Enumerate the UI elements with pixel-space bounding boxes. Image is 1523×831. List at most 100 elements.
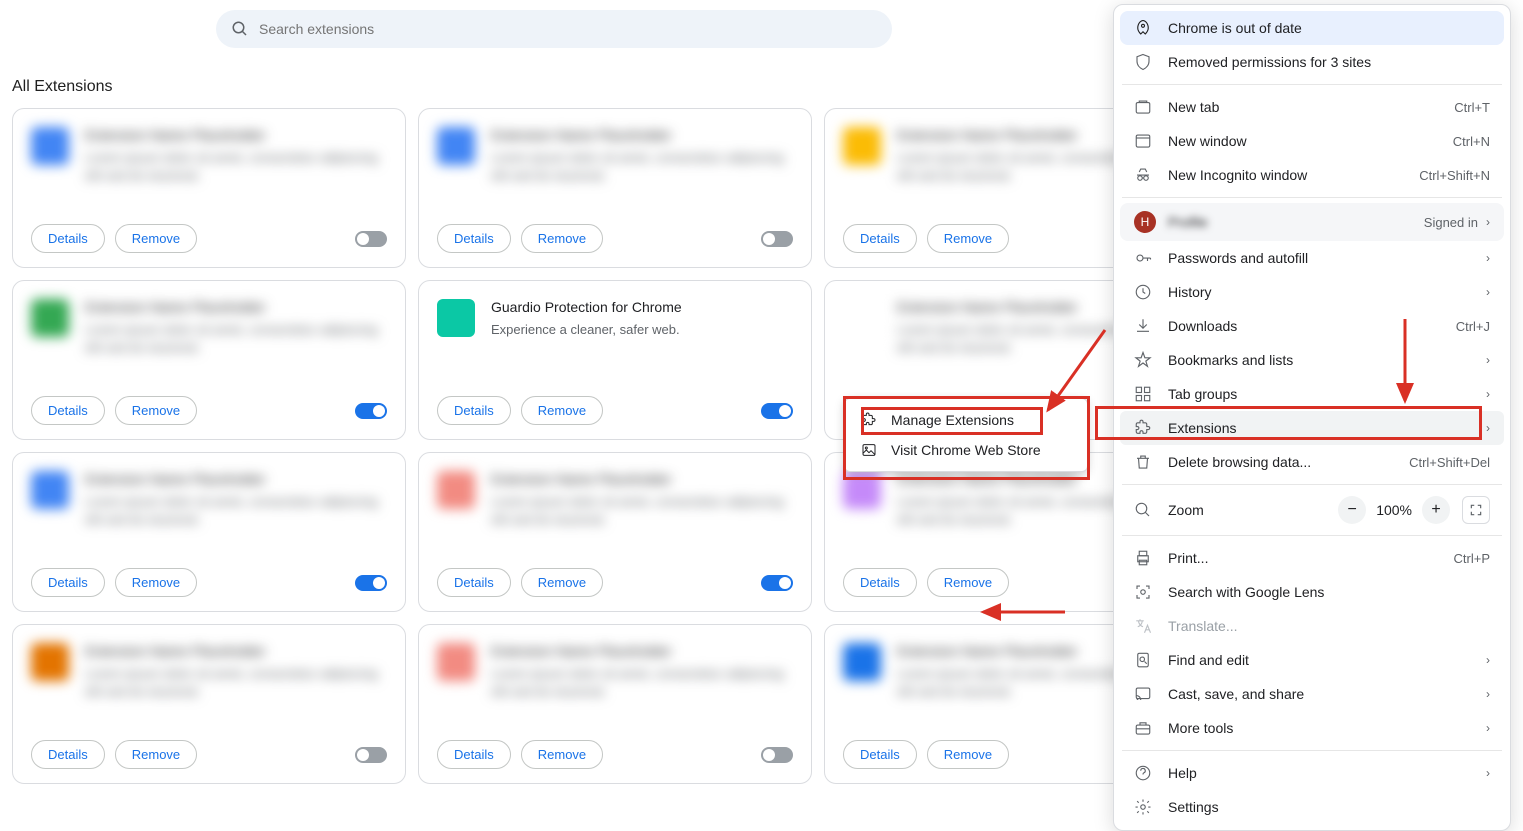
menu-label: Search with Google Lens	[1168, 584, 1490, 600]
menu-removed-permissions[interactable]: Removed permissions for 3 sites	[1120, 45, 1504, 79]
menu-profile[interactable]: H Profile Signed in ›	[1120, 203, 1504, 241]
remove-button[interactable]: Remove	[521, 740, 603, 769]
translate-icon	[1134, 617, 1152, 635]
menu-history[interactable]: History ›	[1120, 275, 1504, 309]
enable-toggle[interactable]	[761, 747, 793, 763]
menu-incognito[interactable]: New Incognito window Ctrl+Shift+N	[1120, 158, 1504, 192]
profile-name: Profile	[1168, 214, 1424, 230]
help-icon	[1134, 764, 1152, 782]
menu-new-window[interactable]: New window Ctrl+N	[1120, 124, 1504, 158]
search-input[interactable]	[259, 21, 877, 37]
extension-title: Extension Name Placeholder	[491, 471, 793, 487]
incognito-icon	[1134, 166, 1152, 184]
enable-toggle[interactable]	[355, 747, 387, 763]
enable-toggle[interactable]	[355, 403, 387, 419]
extension-card: Extension Name PlaceholderLorem ipsum do…	[418, 452, 812, 612]
image-icon	[861, 442, 877, 458]
menu-help[interactable]: Help ›	[1120, 756, 1504, 790]
menu-cast[interactable]: Cast, save, and share ›	[1120, 677, 1504, 711]
remove-button[interactable]: Remove	[115, 224, 197, 253]
extension-icon	[31, 471, 69, 509]
extension-card: Extension Name PlaceholderLorem ipsum do…	[12, 280, 406, 440]
menu-bookmarks[interactable]: Bookmarks and lists ›	[1120, 343, 1504, 377]
enable-toggle[interactable]	[761, 575, 793, 591]
menu-translate: Translate...	[1120, 609, 1504, 643]
menu-label: Settings	[1168, 799, 1490, 815]
extension-card: Extension Name PlaceholderLorem ipsum do…	[12, 452, 406, 612]
details-button[interactable]: Details	[437, 224, 511, 253]
remove-button[interactable]: Remove	[115, 568, 197, 597]
remove-button[interactable]: Remove	[521, 396, 603, 425]
details-button[interactable]: Details	[437, 568, 511, 597]
details-button[interactable]: Details	[31, 740, 105, 769]
remove-button[interactable]: Remove	[927, 568, 1009, 597]
extension-icon	[437, 127, 475, 165]
details-button[interactable]: Details	[437, 396, 511, 425]
menu-label: New window	[1168, 133, 1453, 149]
zoom-label: Zoom	[1168, 502, 1338, 518]
extensions-submenu: Manage Extensions Visit Chrome Web Store	[844, 398, 1088, 472]
remove-button[interactable]: Remove	[115, 740, 197, 769]
menu-lens[interactable]: Search with Google Lens	[1120, 575, 1504, 609]
menu-label: New tab	[1168, 99, 1454, 115]
search-icon	[231, 20, 249, 38]
details-button[interactable]: Details	[843, 740, 917, 769]
fullscreen-button[interactable]	[1462, 496, 1490, 524]
manage-extensions-item[interactable]: Manage Extensions	[845, 405, 1087, 435]
menu-extensions[interactable]: Extensions ›	[1120, 411, 1504, 445]
menu-label: Cast, save, and share	[1168, 686, 1478, 702]
gear-icon	[1134, 798, 1152, 816]
menu-downloads[interactable]: Downloads Ctrl+J	[1120, 309, 1504, 343]
menu-delete-data[interactable]: Delete browsing data... Ctrl+Shift+Del	[1120, 445, 1504, 479]
extension-icon	[437, 643, 475, 681]
zoom-in-button[interactable]: +	[1422, 496, 1450, 524]
chevron-right-icon: ›	[1486, 766, 1490, 780]
details-button[interactable]: Details	[31, 396, 105, 425]
remove-button[interactable]: Remove	[521, 224, 603, 253]
enable-toggle[interactable]	[761, 231, 793, 247]
remove-button[interactable]: Remove	[521, 568, 603, 597]
details-button[interactable]: Details	[843, 568, 917, 597]
extension-description: Lorem ipsum dolor sit amet, consectetur …	[491, 149, 793, 184]
extension-card: Extension Name PlaceholderLorem ipsum do…	[12, 108, 406, 268]
menu-chrome-update[interactable]: Chrome is out of date	[1120, 11, 1504, 45]
extension-title: Extension Name Placeholder	[85, 471, 387, 487]
menu-new-tab[interactable]: New tab Ctrl+T	[1120, 90, 1504, 124]
chevron-right-icon: ›	[1486, 721, 1490, 735]
extension-icon	[843, 299, 881, 337]
details-button[interactable]: Details	[31, 568, 105, 597]
menu-print[interactable]: Print... Ctrl+P	[1120, 541, 1504, 575]
extension-description: Experience a cleaner, safer web.	[491, 321, 793, 339]
menu-more-tools[interactable]: More tools ›	[1120, 711, 1504, 745]
extension-icon	[861, 412, 877, 428]
zoom-out-button[interactable]: −	[1338, 496, 1366, 524]
details-button[interactable]: Details	[843, 224, 917, 253]
menu-shortcut: Ctrl+T	[1454, 100, 1490, 115]
menu-find[interactable]: Find and edit ›	[1120, 643, 1504, 677]
menu-settings[interactable]: Settings	[1120, 790, 1504, 824]
menu-tab-groups[interactable]: Tab groups ›	[1120, 377, 1504, 411]
extension-icon	[31, 643, 69, 681]
search-bar[interactable]	[216, 10, 892, 48]
document-search-icon	[1134, 651, 1152, 669]
enable-toggle[interactable]	[761, 403, 793, 419]
extension-title: Guardio Protection for Chrome	[491, 299, 793, 315]
window-icon	[1134, 132, 1152, 150]
enable-toggle[interactable]	[355, 231, 387, 247]
details-button[interactable]: Details	[437, 740, 511, 769]
extension-description: Lorem ipsum dolor sit amet, consectetur …	[85, 149, 387, 184]
visit-web-store-item[interactable]: Visit Chrome Web Store	[845, 435, 1087, 465]
extension-title: Extension Name Placeholder	[85, 643, 387, 659]
extension-card: Guardio Protection for Chrome Experience …	[418, 280, 812, 440]
chevron-right-icon: ›	[1486, 215, 1490, 229]
menu-passwords[interactable]: Passwords and autofill ›	[1120, 241, 1504, 275]
menu-label: Chrome is out of date	[1168, 20, 1490, 36]
rocket-icon	[1134, 19, 1152, 37]
remove-button[interactable]: Remove	[927, 224, 1009, 253]
remove-button[interactable]: Remove	[115, 396, 197, 425]
chevron-right-icon: ›	[1486, 687, 1490, 701]
visit-web-store-label: Visit Chrome Web Store	[891, 442, 1041, 458]
remove-button[interactable]: Remove	[927, 740, 1009, 769]
enable-toggle[interactable]	[355, 575, 387, 591]
details-button[interactable]: Details	[31, 224, 105, 253]
